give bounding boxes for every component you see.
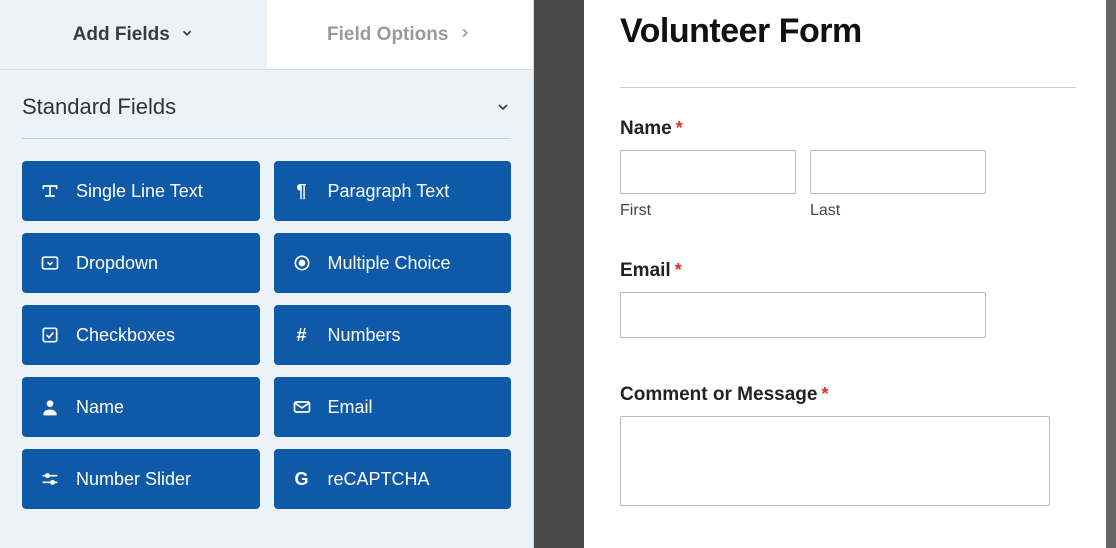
- chevron-down-icon: [495, 99, 511, 115]
- first-name-input[interactable]: [620, 150, 796, 194]
- form-divider: [620, 87, 1076, 88]
- tab-add-fields[interactable]: Add Fields: [0, 0, 267, 69]
- chevron-right-icon: [458, 24, 472, 46]
- field-label: Email: [328, 397, 373, 418]
- field-label: reCAPTCHA: [328, 469, 430, 490]
- sliders-icon: [40, 469, 60, 489]
- field-label: Dropdown: [76, 253, 158, 274]
- field-label: Numbers: [328, 325, 401, 346]
- checkbox-icon: [40, 325, 60, 345]
- name-row: First Last: [620, 150, 1076, 220]
- radio-icon: [292, 253, 312, 273]
- field-multiple-choice[interactable]: Multiple Choice: [274, 233, 512, 293]
- name-label: Name *: [620, 118, 1076, 140]
- name-label-text: Name: [620, 118, 672, 140]
- field-label: Number Slider: [76, 469, 191, 490]
- text-type-icon: [40, 181, 60, 201]
- field-number-slider[interactable]: Number Slider: [22, 449, 260, 509]
- required-mark: *: [676, 118, 683, 139]
- field-single-line-text[interactable]: Single Line Text: [22, 161, 260, 221]
- field-checkboxes[interactable]: Checkboxes: [22, 305, 260, 365]
- field-grid: Single Line Text ¶ Paragraph Text Dropdo…: [0, 139, 533, 509]
- field-paragraph-text[interactable]: ¶ Paragraph Text: [274, 161, 512, 221]
- recaptcha-icon: G: [292, 469, 312, 489]
- form-preview: Volunteer Form Name * First Last Email *…: [576, 0, 1116, 548]
- envelope-icon: [292, 397, 312, 417]
- tab-add-fields-label: Add Fields: [73, 24, 170, 46]
- user-icon: [40, 397, 60, 417]
- field-numbers[interactable]: # Numbers: [274, 305, 512, 365]
- email-label-text: Email: [620, 260, 671, 282]
- field-label: Paragraph Text: [328, 181, 450, 202]
- field-label: Name: [76, 397, 124, 418]
- field-label: Single Line Text: [76, 181, 203, 202]
- field-email[interactable]: Email: [274, 377, 512, 437]
- field-label: Multiple Choice: [328, 253, 451, 274]
- first-name-sublabel: First: [620, 202, 796, 220]
- section-title: Standard Fields: [22, 94, 176, 120]
- tab-field-options-label: Field Options: [327, 24, 448, 46]
- field-name[interactable]: Name: [22, 377, 260, 437]
- comment-textarea[interactable]: [620, 416, 1050, 506]
- email-input[interactable]: [620, 292, 986, 338]
- field-recaptcha[interactable]: G reCAPTCHA: [274, 449, 512, 509]
- required-mark: *: [821, 384, 828, 405]
- tab-field-options[interactable]: Field Options: [267, 0, 534, 69]
- field-dropdown[interactable]: Dropdown: [22, 233, 260, 293]
- tabbar: Add Fields Field Options: [0, 0, 533, 70]
- field-label: Checkboxes: [76, 325, 175, 346]
- dropdown-icon: [40, 253, 60, 273]
- fields-panel: Add Fields Field Options Standard Fields…: [0, 0, 534, 548]
- email-label: Email *: [620, 260, 1076, 282]
- scrollbar[interactable]: [1106, 0, 1116, 548]
- required-mark: *: [675, 260, 682, 281]
- last-name-input[interactable]: [810, 150, 986, 194]
- comment-label-text: Comment or Message: [620, 384, 817, 406]
- last-name-sublabel: Last: [810, 202, 986, 220]
- comment-label: Comment or Message *: [620, 384, 1076, 406]
- section-header-standard-fields[interactable]: Standard Fields: [0, 70, 533, 120]
- form-title: Volunteer Form: [620, 12, 1076, 51]
- hash-icon: #: [292, 325, 312, 345]
- panel-divider: [534, 0, 576, 548]
- pilcrow-icon: ¶: [292, 181, 312, 201]
- chevron-down-icon: [180, 24, 194, 46]
